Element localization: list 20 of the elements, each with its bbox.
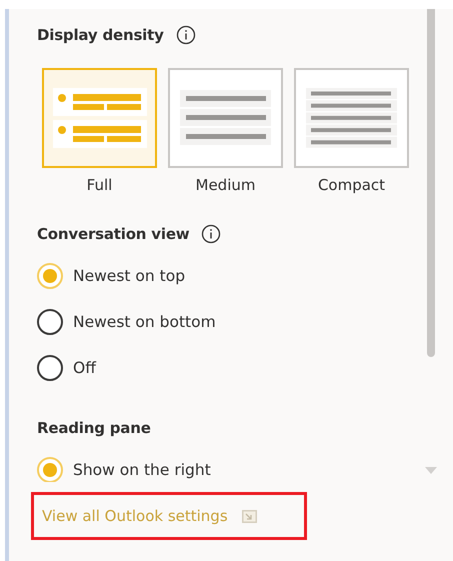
radio-button[interactable] (37, 309, 63, 335)
info-icon[interactable] (201, 224, 222, 244)
open-window-icon[interactable] (242, 510, 257, 522)
settings-link[interactable]: View all Outlook settings (42, 507, 228, 525)
density-option[interactable] (42, 68, 157, 168)
option-label: Full (86, 175, 112, 195)
radio-label: Newest on top (73, 267, 186, 285)
option-label: Medium (196, 175, 256, 195)
radio-label: Show on the right (73, 461, 211, 479)
radio-button[interactable] (37, 355, 63, 381)
section-title: Conversation view (37, 225, 190, 243)
radio-label: Newest on bottom (73, 313, 216, 331)
density-option[interactable] (168, 68, 283, 168)
scrollbar[interactable] (427, 9, 435, 357)
density-option[interactable] (294, 68, 409, 168)
option-label: Compact (318, 175, 386, 195)
info-icon[interactable] (176, 25, 196, 45)
section-title: Reading pane (37, 419, 151, 437)
section-title: Display density (37, 26, 164, 44)
radio-label: Off (73, 359, 96, 377)
